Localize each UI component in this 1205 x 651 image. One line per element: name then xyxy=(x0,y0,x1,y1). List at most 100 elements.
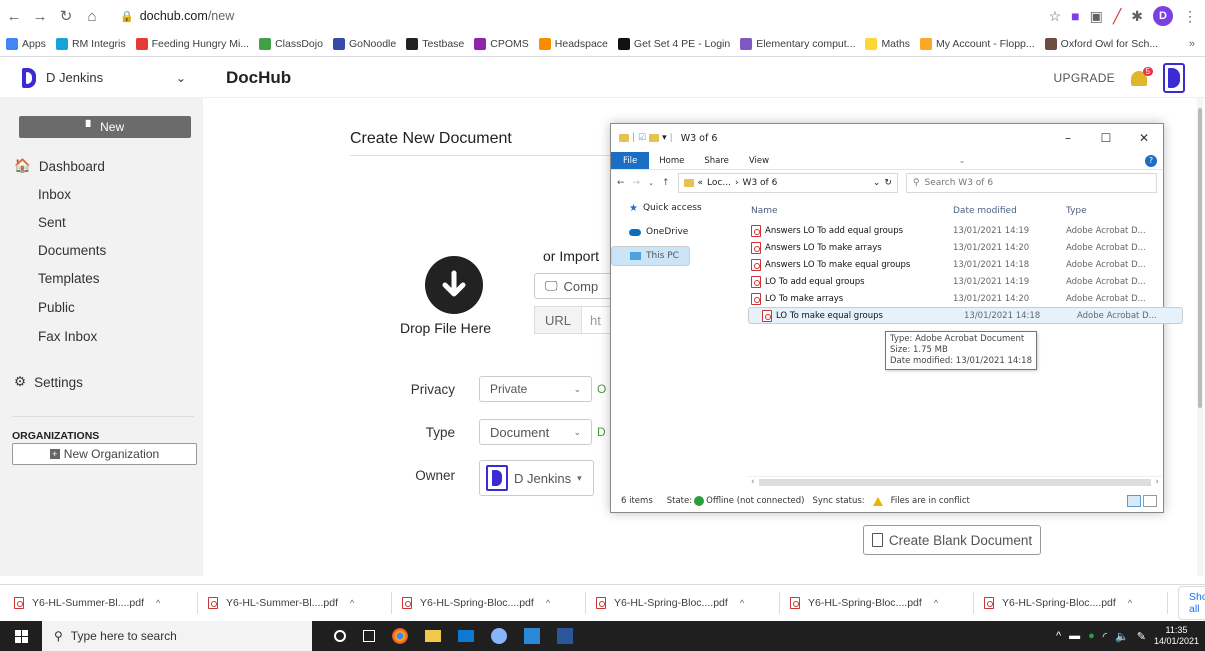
network-icon[interactable]: ◜ xyxy=(1103,630,1107,643)
windows-start-icon[interactable] xyxy=(0,629,42,643)
forward-icon[interactable]: → xyxy=(633,178,641,188)
new-organization-button[interactable]: + New Organization xyxy=(12,443,197,465)
sidebar-item-sent[interactable]: Sent xyxy=(38,215,66,230)
import-computer-button[interactable]: 🖵 Comp xyxy=(534,273,614,299)
download-item[interactable]: Y6-HL-Spring-Bloc....pdf ^ xyxy=(596,596,779,609)
bookmark-item[interactable]: Headspace xyxy=(538,38,608,50)
notification-bell-icon[interactable]: 5 xyxy=(1129,66,1153,87)
chevron-down-icon[interactable]: ⌄ xyxy=(176,71,226,85)
file-row[interactable]: LO To make arrays 13/01/2021 14:20 Adobe A… xyxy=(748,290,1164,307)
sidebar-item-fax-inbox[interactable]: Fax Inbox xyxy=(38,329,97,344)
cast-icon[interactable]: ▣ xyxy=(1090,8,1103,25)
menu-dots-icon[interactable]: ⋮ xyxy=(1183,8,1197,25)
page-scrollbar[interactable] xyxy=(1197,98,1203,576)
paint-icon[interactable] xyxy=(491,628,507,644)
sidebar-item-dashboard[interactable]: 🏠 Dashboard xyxy=(14,158,105,174)
bookmark-item[interactable]: GoNoodle xyxy=(332,38,396,50)
extensions-puzzle-icon[interactable]: ✱ xyxy=(1131,8,1143,25)
user-menu[interactable]: D Jenkins xyxy=(46,70,176,85)
properties-icon[interactable]: ☑ xyxy=(638,133,646,143)
tray-chevron-icon[interactable]: ^ xyxy=(1056,630,1061,642)
word-icon[interactable] xyxy=(557,628,573,644)
file-row[interactable]: LO To make equal groups 13/01/2021 14:18 A… xyxy=(748,307,1183,324)
recent-locations-icon[interactable]: ⌄ xyxy=(648,179,654,187)
tab-share[interactable]: Share xyxy=(694,156,739,166)
chevron-up-icon[interactable]: ^ xyxy=(1128,598,1132,608)
battery-icon[interactable]: ▬ xyxy=(1069,630,1080,642)
back-icon[interactable]: ← xyxy=(617,178,625,188)
chevron-up-icon[interactable]: ^ xyxy=(934,598,938,608)
privacy-select[interactable]: Private ⌄ xyxy=(479,376,592,402)
reload-icon[interactable]: ↻ xyxy=(54,4,78,28)
download-item[interactable]: Y6-HL-Spring-Bloc....pdf ^ xyxy=(790,596,973,609)
details-view-icon[interactable] xyxy=(1127,495,1141,507)
download-item[interactable]: Y6-HL-Summer-Bl....pdf ^ xyxy=(14,596,197,609)
bookmark-item[interactable]: Feeding Hungry Mi... xyxy=(135,38,249,50)
download-item[interactable]: Y6-HL-Spring-Bloc....pdf ^ xyxy=(402,596,585,609)
maximize-icon[interactable]: ☐ xyxy=(1087,131,1125,145)
chevron-up-icon[interactable]: ^ xyxy=(350,598,354,608)
nav-item-quick-access[interactable]: ★ Quick access xyxy=(611,198,741,218)
url-input-value[interactable]: ht xyxy=(582,313,601,328)
sync-tray-icon[interactable]: ● xyxy=(1088,630,1095,642)
chevron-up-icon[interactable]: ^ xyxy=(156,598,160,608)
ribbon-expand-icon[interactable]: ⌄ xyxy=(954,156,969,166)
breadcrumb-item[interactable]: Loc... xyxy=(707,178,731,188)
whiteboard-icon[interactable] xyxy=(524,628,540,644)
task-view-icon[interactable] xyxy=(363,630,375,642)
nav-item-onedrive[interactable]: OneDrive xyxy=(611,222,741,242)
tab-file[interactable]: File xyxy=(611,152,650,169)
column-date[interactable]: Date modified xyxy=(953,206,1066,216)
new-folder-icon[interactable] xyxy=(649,134,660,142)
breadcrumb-item[interactable]: W3 of 6 xyxy=(743,178,778,188)
forward-icon[interactable]: → xyxy=(28,4,52,28)
mail-icon[interactable] xyxy=(458,630,474,642)
refresh-icon[interactable]: ↻ xyxy=(884,178,892,188)
large-icons-view-icon[interactable] xyxy=(1143,495,1157,507)
explorer-title-bar[interactable]: | ☑ ▾ | W3 of 6 – ☐ ✕ xyxy=(611,124,1163,152)
help-icon[interactable]: ? xyxy=(1144,154,1157,167)
import-url-field[interactable]: URL ht xyxy=(534,306,614,334)
profile-avatar[interactable]: D xyxy=(1153,6,1173,26)
bookmark-item[interactable]: CPOMS xyxy=(474,38,529,50)
path-dropdown-icon[interactable]: ⌄ xyxy=(873,178,881,188)
upgrade-link[interactable]: UPGRADE xyxy=(1054,71,1115,85)
home-icon[interactable]: ⌂ xyxy=(80,4,104,28)
column-name[interactable]: Name xyxy=(748,206,953,216)
bookmark-item[interactable]: Maths xyxy=(865,38,910,50)
chevron-up-icon[interactable]: ^ xyxy=(740,598,744,608)
sidebar-item-public[interactable]: Public xyxy=(38,300,75,315)
tab-home[interactable]: Home xyxy=(649,156,694,166)
download-arrow-icon[interactable] xyxy=(425,256,483,314)
nav-item-this-pc[interactable]: This PC xyxy=(611,246,690,266)
chrome-icon[interactable] xyxy=(392,628,408,644)
minimize-icon[interactable]: – xyxy=(1049,131,1087,145)
bookmark-item[interactable]: My Account - Flopp... xyxy=(920,38,1035,50)
horizontal-scrollbar[interactable]: ‹ › xyxy=(748,476,1162,487)
bookmark-star-icon[interactable]: ☆ xyxy=(1049,8,1062,25)
owner-select[interactable]: D Jenkins ▾ xyxy=(479,460,594,496)
bookmark-item[interactable]: Elementary comput... xyxy=(740,38,855,50)
cortana-icon[interactable] xyxy=(334,630,346,642)
file-explorer-icon[interactable] xyxy=(425,630,441,642)
file-row[interactable]: Answers LO To add equal groups 13/01/2021… xyxy=(748,222,1164,239)
tab-view[interactable]: View xyxy=(739,156,779,166)
explorer-path-bar[interactable]: « Loc... › W3 of 6 ⌄ ↻ xyxy=(677,173,898,193)
bookmark-item[interactable]: ClassDojo xyxy=(259,38,323,50)
scroll-right-icon[interactable]: › xyxy=(1155,477,1159,487)
bookmarks-overflow-icon[interactable]: » xyxy=(1189,38,1205,50)
back-icon[interactable]: ← xyxy=(2,4,26,28)
address-bar[interactable]: 🔒 dochub.com /new xyxy=(110,3,970,29)
close-icon[interactable]: ✕ xyxy=(1125,131,1163,145)
taskbar-search-input[interactable]: ⚲ Type here to search xyxy=(42,621,312,651)
sidebar-item-documents[interactable]: Documents xyxy=(38,243,106,258)
clock[interactable]: 11:35 14/01/2021 xyxy=(1154,625,1199,647)
quick-access-dropdown-icon[interactable]: ▾ xyxy=(662,133,667,143)
show-all-button[interactable]: Show all xyxy=(1178,585,1205,620)
download-item[interactable]: Y6-HL-Spring-Bloc....pdf ^ xyxy=(984,596,1167,609)
pen-extension-icon[interactable]: ╱ xyxy=(1113,8,1121,25)
explorer-search-input[interactable]: ⚲ Search W3 of 6 xyxy=(905,173,1157,193)
bookmark-item[interactable]: Testbase xyxy=(406,38,464,50)
download-item[interactable]: Y6-HL-Summer-Bl....pdf ^ xyxy=(208,596,391,609)
up-icon[interactable]: ↑ xyxy=(662,178,670,188)
